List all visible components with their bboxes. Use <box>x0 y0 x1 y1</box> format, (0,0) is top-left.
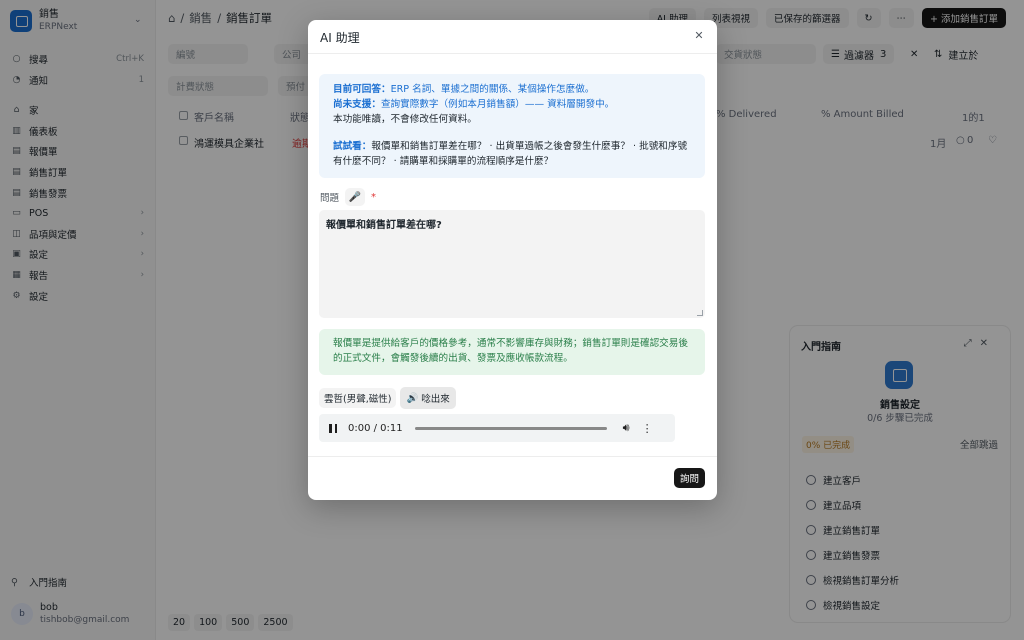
try-label: 試試看 <box>333 141 362 152</box>
pause-icon[interactable] <box>329 423 337 433</box>
audio-player: 0:00 / 0:11 🔊︎ ⋮ <box>319 414 675 442</box>
answer-box: 報價單是提供給客戶的價格參考，通常不影響庫存與財務；銷售訂單則是確認交易後的正式… <box>319 329 705 375</box>
close-icon[interactable]: ✕ <box>693 30 705 42</box>
question-value: 報價單和銷售訂單差在哪? <box>326 220 442 231</box>
question-field-label: 問題 🎤 * <box>320 188 376 206</box>
resize-handle[interactable] <box>697 310 703 316</box>
not-supported-label: 尚未支援 <box>333 99 372 110</box>
try-examples: 報價單和銷售訂單差在哪？ · 出貨單過帳之後會發生什麼事？ · 批號和序號有什麼… <box>333 141 688 167</box>
read-aloud-button[interactable]: 🔊 唸出來 <box>400 387 456 409</box>
audio-seek-bar[interactable] <box>414 426 607 430</box>
read-aloud-label: 唸出來 <box>421 394 450 405</box>
ask-button[interactable]: 詢問 <box>673 468 705 488</box>
can-answer-label: 目前可回答 <box>333 84 381 95</box>
volume-icon[interactable]: 🔊︎ <box>623 421 630 435</box>
microphone-icon[interactable]: 🎤 <box>345 188 366 206</box>
dialog-footer-divider <box>308 456 717 457</box>
speaker-icon: 🔊 <box>406 392 419 404</box>
audio-time: 0:00 / 0:11 <box>348 422 403 434</box>
capability-info-box: 目前可回答：ERP 名詞、單據之間的關係、某個操作怎麼做。 尚未支援：查詢實際數… <box>319 74 705 178</box>
ai-assistant-dialog: AI 助理 ✕ 目前可回答：ERP 名詞、單據之間的關係、某個操作怎麼做。 尚未… <box>308 20 717 500</box>
can-answer-text: ERP 名詞、單據之間的關係、某個操作怎麼做。 <box>390 84 595 95</box>
required-asterisk: * <box>371 191 377 203</box>
not-supported-text: 查詢實際數字（例如本月銷售額）—— 資料層開發中。 <box>380 99 615 110</box>
question-label: 問題 <box>320 193 340 204</box>
dialog-title: AI 助理 <box>320 31 360 45</box>
more-options-icon[interactable]: ⋮ <box>642 422 653 435</box>
question-textarea[interactable]: 報價單和銷售訂單差在哪? <box>319 210 705 318</box>
voice-controls: 雲哲(男聲,磁性) 🔊 唸出來 <box>319 387 456 409</box>
readonly-note: 本功能唯讀，不會修改任何資料。 <box>333 114 477 125</box>
voice-select[interactable]: 雲哲(男聲,磁性) <box>319 388 397 408</box>
dialog-header: AI 助理 ✕ <box>308 20 717 54</box>
